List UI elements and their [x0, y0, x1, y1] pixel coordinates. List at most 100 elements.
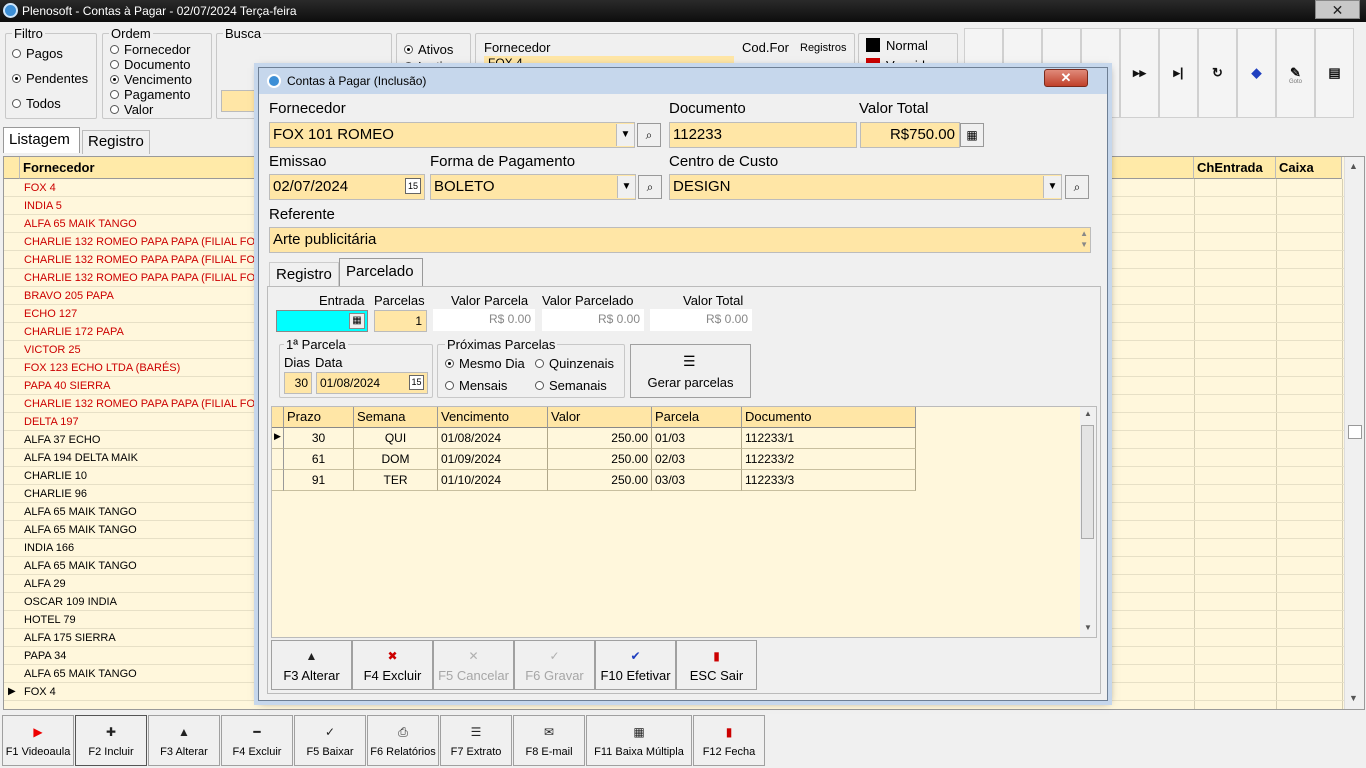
ordem-option-documento[interactable]: Documento	[110, 57, 192, 72]
extrato-button[interactable]: ☰ F7 Extrato	[440, 715, 512, 766]
installment-cell-vencimento[interactable]: 01/08/2024	[438, 428, 548, 449]
proximas-option-mensais[interactable]: Mensais	[445, 378, 507, 393]
sair-dialog-button[interactable]: ▮ ESC Sair	[676, 640, 757, 690]
cancelar-dialog-button[interactable]: ✕ F5 Cancelar	[433, 640, 514, 690]
forma-pagamento-select[interactable]: BOLETO ▼	[430, 174, 636, 200]
proximas-option-mesmo-dia[interactable]: Mesmo Dia	[445, 356, 525, 371]
installment-cell-valor[interactable]: 250.00	[548, 449, 652, 470]
documento-input[interactable]: 112233	[669, 122, 857, 148]
dialog-close-button[interactable]: ✕	[1044, 69, 1088, 87]
tab-parcelado[interactable]: Parcelado	[339, 258, 423, 286]
radio-icon[interactable]	[12, 99, 21, 108]
excluir-button[interactable]: ━ F4 Excluir	[221, 715, 293, 766]
baixar-button[interactable]: ✓ F5 Baixar	[294, 715, 366, 766]
excluir-dialog-button[interactable]: ✖ F4 Excluir	[352, 640, 433, 690]
proximas-option-quinzenais[interactable]: Quinzenais	[535, 356, 614, 371]
nav-button-8[interactable]: ◆	[1237, 28, 1276, 118]
nav-button-10[interactable]: ▤	[1315, 28, 1354, 118]
scroll-thumb[interactable]	[1348, 425, 1362, 439]
radio-icon[interactable]	[535, 381, 544, 390]
ordem-option-valor[interactable]: Valor	[110, 102, 192, 117]
grid-vertical-scrollbar[interactable]: ▲ ▼	[1344, 157, 1364, 709]
proximas-option-semanais[interactable]: Semanais	[535, 378, 607, 393]
installment-cell-semana[interactable]: DOM	[354, 449, 438, 470]
centro-custo-select[interactable]: DESIGN ▼	[669, 174, 1062, 200]
radio-icon[interactable]	[445, 381, 454, 390]
installment-cell-documento[interactable]: 112233/1	[742, 428, 916, 449]
ordem-option-fornecedor[interactable]: Fornecedor	[110, 42, 192, 57]
ordem-option-pagamento[interactable]: Pagamento	[110, 87, 192, 102]
scroll-up-icon[interactable]: ▲	[1084, 409, 1092, 418]
installment-cell-prazo[interactable]: 91	[284, 470, 354, 491]
email-button[interactable]: ✉ F8 E-mail	[513, 715, 585, 766]
radio-icon[interactable]	[110, 105, 119, 114]
ativos-option-ativos[interactable]: Ativos	[404, 42, 463, 59]
installment-cell-parcela[interactable]: 03/03	[652, 470, 742, 491]
radio-icon[interactable]	[110, 60, 119, 69]
radio-icon[interactable]	[445, 359, 454, 368]
installment-header-semana[interactable]: Semana	[354, 407, 438, 428]
fornecedor-search-button[interactable]: ⌕	[637, 123, 661, 147]
scroll-down-icon[interactable]: ▼	[1349, 693, 1358, 703]
installment-header-prazo[interactable]: Prazo	[284, 407, 354, 428]
gravar-dialog-button[interactable]: ✓ F6 Gravar	[514, 640, 595, 690]
referente-input[interactable]: Arte publicitária ▲ ▼	[269, 227, 1091, 253]
filtro-option-pagos[interactable]: Pagos	[12, 46, 88, 71]
chevron-down-icon[interactable]: ▼	[616, 124, 634, 146]
busca-input[interactable]	[221, 90, 261, 112]
tab-registro[interactable]: Registro	[82, 130, 150, 154]
nav-button-5[interactable]: ▸▸	[1120, 28, 1159, 118]
installment-cell-valor[interactable]: 250.00	[548, 470, 652, 491]
calendar-icon[interactable]: 15	[405, 178, 421, 194]
radio-icon[interactable]	[404, 45, 413, 54]
installment-cell-prazo[interactable]: 61	[284, 449, 354, 470]
installment-cell-semana[interactable]: TER	[354, 470, 438, 491]
fecha-button[interactable]: ▮ F12 Fecha	[693, 715, 765, 766]
relatorios-button[interactable]: ⎙ F6 Relatórios	[367, 715, 439, 766]
chevron-down-icon[interactable]: ▼	[1043, 176, 1061, 198]
radio-icon[interactable]	[110, 90, 119, 99]
filtro-option-todos[interactable]: Todos	[12, 96, 88, 121]
emissao-date-input[interactable]: 02/07/2024 15	[269, 174, 425, 200]
referente-spin-icon[interactable]: ▲ ▼	[1080, 228, 1088, 250]
alterar-button[interactable]: ▲ F3 Alterar	[148, 715, 220, 766]
valor-total-input[interactable]: R$750.00	[860, 122, 960, 148]
radio-icon[interactable]	[110, 45, 119, 54]
calculator-icon[interactable]: ▦	[349, 313, 365, 329]
installment-cell-prazo[interactable]: 30	[284, 428, 354, 449]
calendar-icon[interactable]: 15	[409, 375, 424, 390]
ordem-option-vencimento[interactable]: Vencimento	[110, 72, 192, 87]
grid-header-chentrada[interactable]: ChEntrada	[1194, 157, 1276, 179]
grid-header-caixa[interactable]: Caixa	[1276, 157, 1342, 179]
installment-header-parcela[interactable]: Parcela	[652, 407, 742, 428]
installment-cell-parcela[interactable]: 02/03	[652, 449, 742, 470]
filtro-option-pendentes[interactable]: Pendentes	[12, 71, 88, 96]
installment-cell-vencimento[interactable]: 01/09/2024	[438, 449, 548, 470]
fornecedor-select[interactable]: FOX 101 ROMEO ▼	[269, 122, 635, 148]
data-date-input[interactable]: 01/08/2024 15	[316, 372, 428, 394]
installment-cell-parcela[interactable]: 01/03	[652, 428, 742, 449]
radio-icon[interactable]	[12, 49, 21, 58]
scroll-thumb[interactable]	[1081, 425, 1094, 539]
gerar-parcelas-button[interactable]: ☰ Gerar parcelas	[630, 344, 751, 398]
tab-listagem[interactable]: Listagem	[3, 127, 80, 153]
scroll-down-icon[interactable]: ▼	[1084, 623, 1092, 632]
window-close-button[interactable]: ✕	[1315, 0, 1360, 19]
installment-cell-documento[interactable]: 112233/3	[742, 470, 916, 491]
incluir-button[interactable]: ✚ F2 Incluir	[75, 715, 147, 766]
installment-cell-valor[interactable]: 250.00	[548, 428, 652, 449]
installment-header-vencimento[interactable]: Vencimento	[438, 407, 548, 428]
efetivar-dialog-button[interactable]: ✔ F10 Efetivar	[595, 640, 676, 690]
chevron-down-icon[interactable]: ▼	[617, 176, 635, 198]
installments-scrollbar[interactable]: ▲ ▼	[1080, 407, 1096, 637]
calculator-button[interactable]: ▦	[960, 123, 984, 147]
baixa-multipla-button[interactable]: ▦ F11 Baixa Múltipla	[586, 715, 692, 766]
installment-cell-documento[interactable]: 112233/2	[742, 449, 916, 470]
scroll-up-icon[interactable]: ▲	[1349, 161, 1358, 171]
installment-header-valor[interactable]: Valor	[548, 407, 652, 428]
radio-icon[interactable]	[12, 74, 21, 83]
alterar-dialog-button[interactable]: ▲ F3 Alterar	[271, 640, 352, 690]
dias-input[interactable]: 30	[284, 372, 312, 394]
centro-custo-search-button[interactable]: ⌕	[1065, 175, 1089, 199]
radio-icon[interactable]	[110, 75, 119, 84]
